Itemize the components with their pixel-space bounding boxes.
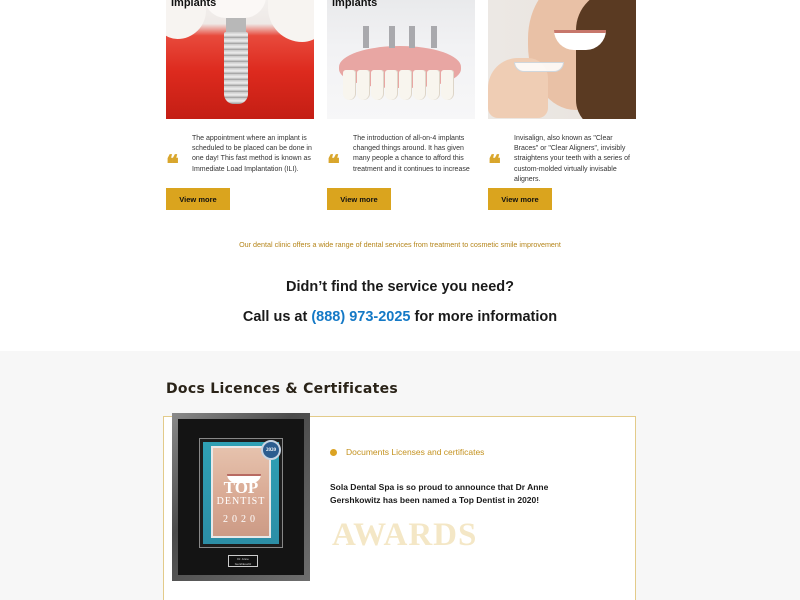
card-description: The appointment where an implant is sche… bbox=[192, 135, 312, 173]
plaque-year: 2020 bbox=[223, 514, 259, 525]
plaque-top: TOP bbox=[223, 478, 259, 497]
service-card-implants: Implants ❝ The appointment where an impl… bbox=[166, 0, 314, 210]
invisalign-image bbox=[488, 0, 636, 119]
award-plaque-image[interactable]: 2020 TOP DENTIST 2020 Dr. Anne Gershkowi… bbox=[172, 413, 310, 581]
view-more-button[interactable]: View more bbox=[166, 188, 230, 210]
quote-icon: ❝ bbox=[488, 149, 501, 178]
cta-call: Call us at (888) 973-2025 for more infor… bbox=[0, 309, 800, 325]
phone-link[interactable]: (888) 973-2025 bbox=[311, 309, 410, 325]
seal-icon: 2020 bbox=[261, 440, 281, 460]
services-range-text: Our dental clinic offers a wide range of… bbox=[239, 240, 561, 249]
call-prefix: Call us at bbox=[242, 309, 312, 325]
award-announcement: Sola Dental Spa is so proud to announce … bbox=[330, 482, 549, 505]
implant-image: Implants bbox=[166, 0, 314, 119]
card-title: implants bbox=[332, 0, 378, 9]
bullet-dot-icon bbox=[330, 448, 337, 456]
cta-question: Didn’t find the service you need? bbox=[285, 279, 514, 295]
awards-watermark: AWARDS bbox=[332, 517, 478, 553]
card-title: Implants bbox=[171, 0, 217, 9]
documents-label-row: Documents Licenses and certificates bbox=[330, 447, 484, 457]
call-suffix: for more information bbox=[410, 309, 558, 325]
service-card-invisalign: ❝ Invisalign, also known as "Clear Brace… bbox=[488, 0, 636, 210]
certificates-section: Docs Licences & Certificates 2020 TOP DE… bbox=[0, 351, 800, 600]
card-description: The introduction of all-on-4 implants ch… bbox=[353, 135, 470, 173]
quote-icon: ❝ bbox=[327, 149, 340, 178]
quote-icon: ❝ bbox=[166, 149, 179, 178]
view-more-button[interactable]: View more bbox=[327, 188, 391, 210]
services-row: Implants ❝ The appointment where an impl… bbox=[166, 0, 636, 215]
plaque-dentist: DENTIST bbox=[216, 496, 266, 507]
service-card-all-on-4: implants ❝ The introduction of all-on-4 … bbox=[327, 0, 475, 210]
certificate-card: 2020 TOP DENTIST 2020 Dr. Anne Gershkowi… bbox=[163, 413, 636, 600]
card-description: Invisalign, also known as "Clear Braces"… bbox=[514, 135, 630, 183]
view-more-button[interactable]: View more bbox=[488, 188, 552, 210]
section-heading: Docs Licences & Certificates bbox=[166, 381, 399, 397]
all-on-4-image: implants bbox=[327, 0, 475, 119]
page: Implants ❝ The appointment where an impl… bbox=[0, 0, 800, 600]
plaque-nameplate: Dr. Anne Gershkowitz bbox=[228, 555, 258, 567]
documents-label: Documents Licenses and certificates bbox=[346, 447, 485, 457]
